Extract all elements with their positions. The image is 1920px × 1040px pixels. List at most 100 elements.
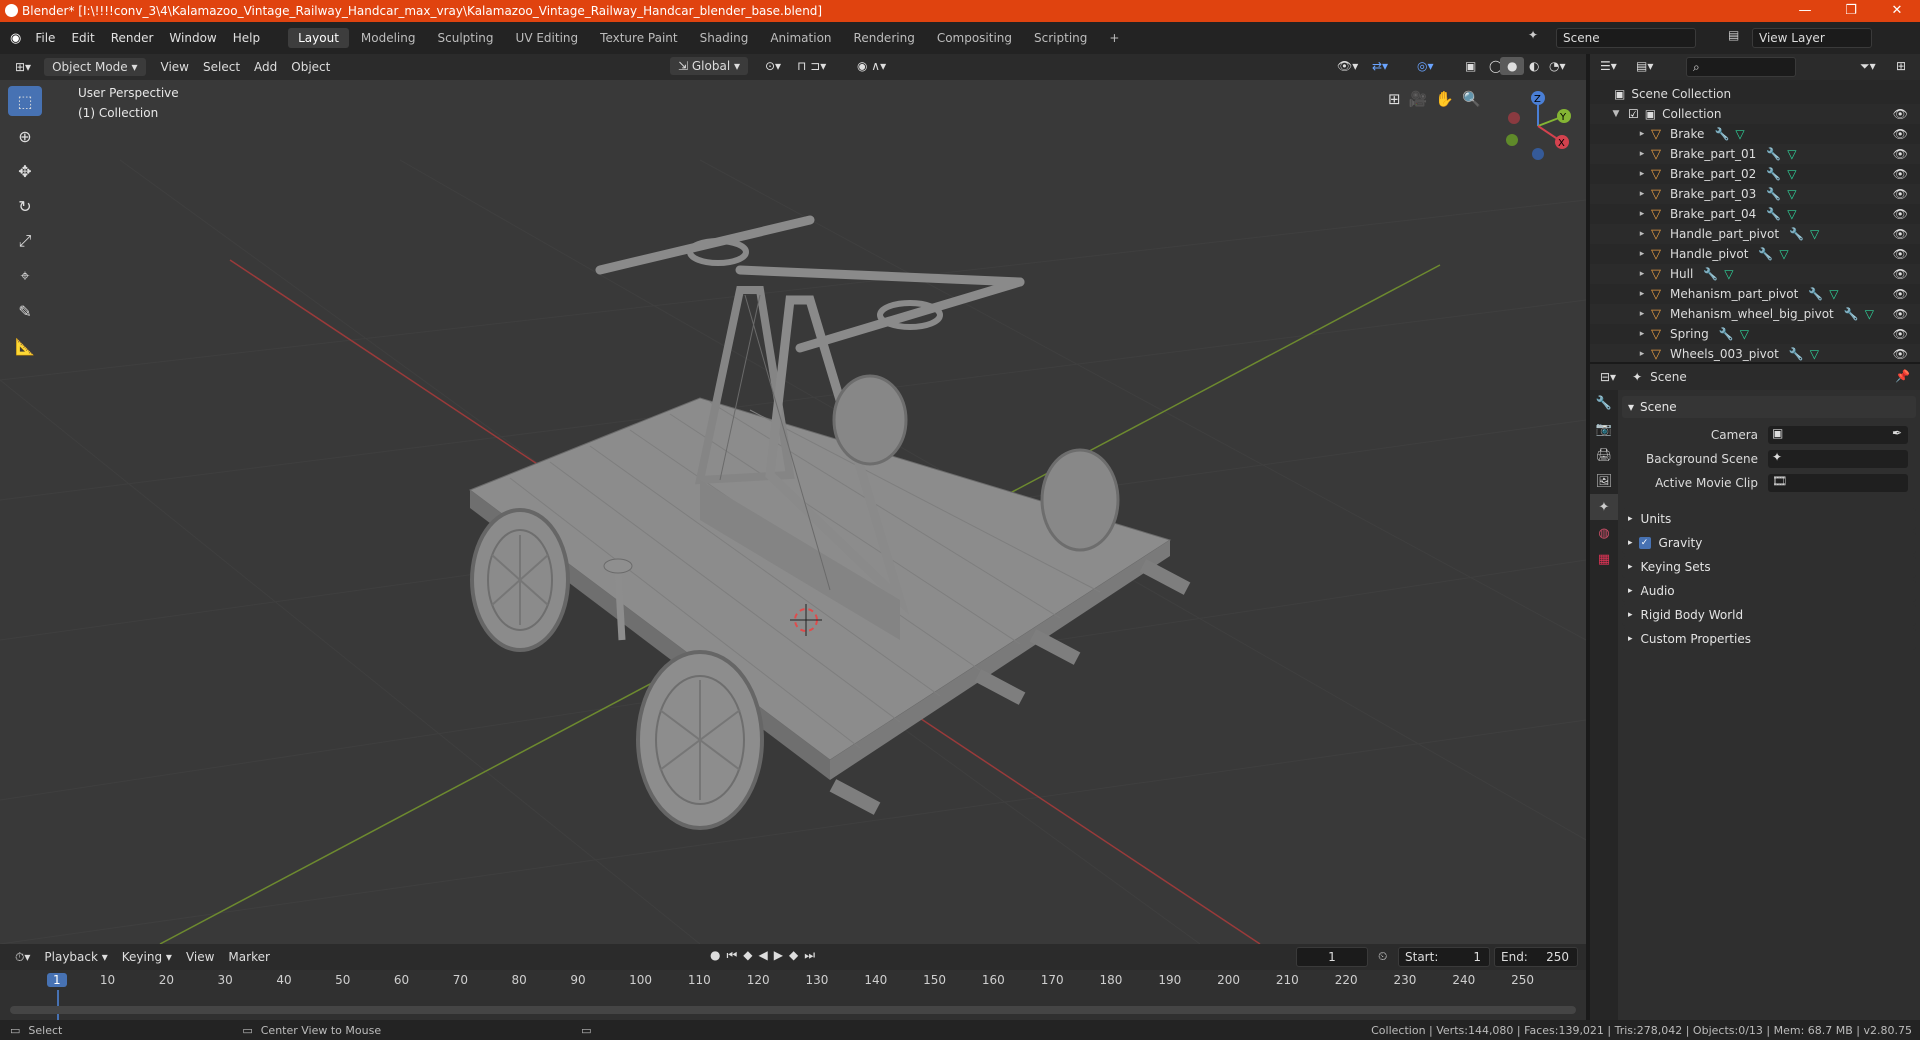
modifier-wrench-icon[interactable]: 🔧 bbox=[1808, 287, 1823, 301]
modifier-wrench-icon[interactable]: 🔧 bbox=[1758, 247, 1773, 261]
collapse-triangle-icon[interactable]: ▸ bbox=[1636, 129, 1648, 139]
proportional-edit-icon[interactable]: ◉ ∧▾ bbox=[850, 57, 893, 75]
outliner-object[interactable]: ▸ ▽ Brake_part_04 🔧 ▽ 👁 bbox=[1590, 204, 1920, 224]
timeline-editor-type-icon[interactable]: ⏱▾ bbox=[8, 948, 37, 967]
pin-icon[interactable]: 📌 bbox=[1895, 369, 1910, 383]
menu-add[interactable]: Add bbox=[247, 58, 284, 76]
play-reverse-icon[interactable]: ◀ bbox=[759, 948, 768, 963]
cursor-tool[interactable]: ⊕ bbox=[8, 121, 42, 151]
properties-editor-type-icon[interactable]: ⊟▾ bbox=[1600, 370, 1616, 384]
tab-compositing[interactable]: Compositing bbox=[927, 28, 1022, 48]
mesh-data-icon[interactable]: ▽ bbox=[1787, 167, 1796, 181]
section-units[interactable]: ▸ Units bbox=[1622, 508, 1916, 530]
modifier-wrench-icon[interactable]: 🔧 bbox=[1719, 327, 1734, 341]
mesh-data-icon[interactable]: ▽ bbox=[1740, 327, 1749, 341]
background-scene-field[interactable]: ✦ bbox=[1768, 450, 1908, 468]
modifier-wrench-icon[interactable]: 🔧 bbox=[1844, 307, 1859, 321]
eye-icon[interactable]: 👁 bbox=[1893, 227, 1908, 241]
mesh-data-icon[interactable]: ▽ bbox=[1779, 247, 1788, 261]
texture-tab[interactable]: ▦ bbox=[1590, 546, 1618, 572]
move-tool[interactable]: ✥ bbox=[8, 156, 42, 186]
collapse-triangle-icon[interactable]: ▸ bbox=[1636, 209, 1648, 219]
eye-icon[interactable]: 👁 bbox=[1893, 267, 1908, 281]
collection-checkbox-icon[interactable]: ☑ bbox=[1628, 107, 1639, 121]
close-button[interactable]: ✕ bbox=[1874, 0, 1920, 22]
eye-icon[interactable]: 👁 bbox=[1893, 107, 1908, 121]
menu-view[interactable]: View bbox=[154, 58, 196, 76]
tab-scripting[interactable]: Scripting bbox=[1024, 28, 1097, 48]
eye-icon[interactable]: 👁 bbox=[1893, 307, 1908, 321]
collapse-triangle-icon[interactable]: ▸ bbox=[1636, 349, 1648, 359]
view-layer-selector[interactable]: View Layer bbox=[1752, 28, 1872, 48]
3d-viewport[interactable]: User Perspective (1) Collection ⊞ 🎥 ✋ 🔍 … bbox=[0, 80, 1586, 944]
modifier-wrench-icon[interactable]: 🔧 bbox=[1766, 187, 1781, 201]
expand-triangle-icon[interactable]: ▼ bbox=[1610, 109, 1622, 119]
collapse-triangle-icon[interactable]: ▸ bbox=[1636, 289, 1648, 299]
outliner-object[interactable]: ▸ ▽ Mehanism_part_pivot 🔧 ▽ 👁 bbox=[1590, 284, 1920, 304]
mesh-data-icon[interactable]: ▽ bbox=[1787, 207, 1796, 221]
timeline-menu-playback[interactable]: Playback ▾ bbox=[37, 948, 114, 966]
tab-shading[interactable]: Shading bbox=[690, 28, 759, 48]
jump-end-icon[interactable]: ⏭ bbox=[804, 948, 815, 963]
transform-tool[interactable]: ⌖ bbox=[8, 261, 42, 291]
modifier-wrench-icon[interactable]: 🔧 bbox=[1789, 227, 1804, 241]
mesh-data-icon[interactable]: ▽ bbox=[1810, 227, 1819, 241]
menu-render[interactable]: Render bbox=[103, 31, 162, 45]
collapse-triangle-icon[interactable]: ▸ bbox=[1636, 329, 1648, 339]
timeline-scrollbar[interactable] bbox=[10, 1006, 1576, 1014]
pan-view-icon[interactable]: ✋ bbox=[1435, 90, 1454, 108]
eye-icon[interactable]: 👁 bbox=[1893, 247, 1908, 261]
modifier-wrench-icon[interactable]: 🔧 bbox=[1714, 127, 1729, 141]
timeline-menu-view[interactable]: View bbox=[179, 948, 221, 966]
measure-tool[interactable]: 📐 bbox=[8, 331, 42, 361]
render-tab[interactable]: 📷 bbox=[1590, 416, 1618, 442]
collapse-triangle-icon[interactable]: ▸ bbox=[1636, 189, 1648, 199]
outliner-object[interactable]: ▸ ▽ Hull 🔧 ▽ 👁 bbox=[1590, 264, 1920, 284]
section-rigid-body-world[interactable]: ▸ Rigid Body World bbox=[1622, 604, 1916, 626]
camera-view-icon[interactable]: 🎥 bbox=[1409, 90, 1428, 108]
visibility-icon[interactable]: 👁▾ bbox=[1330, 57, 1365, 75]
menu-window[interactable]: Window bbox=[161, 31, 224, 45]
blender-menu-icon[interactable]: ◉ bbox=[10, 31, 21, 46]
jump-start-icon[interactable]: ⏮ bbox=[726, 948, 737, 963]
mesh-data-icon[interactable]: ▽ bbox=[1787, 187, 1796, 201]
tab-modeling[interactable]: Modeling bbox=[351, 28, 426, 48]
eye-icon[interactable]: 👁 bbox=[1893, 207, 1908, 221]
mesh-data-icon[interactable]: ▽ bbox=[1829, 287, 1838, 301]
maximize-button[interactable]: ❐ bbox=[1828, 0, 1874, 22]
output-tab[interactable]: 🖨 bbox=[1590, 442, 1618, 468]
outliner-scene-collection[interactable]: ▣ Scene Collection bbox=[1590, 84, 1920, 104]
menu-object[interactable]: Object bbox=[284, 58, 337, 76]
mesh-data-icon[interactable]: ▽ bbox=[1735, 127, 1744, 141]
outliner-object[interactable]: ▸ ▽ Handle_part_pivot 🔧 ▽ 👁 bbox=[1590, 224, 1920, 244]
editor-type-icon[interactable]: ⊞▾ bbox=[8, 58, 38, 76]
outliner-object[interactable]: ▸ ▽ Mehanism_wheel_big_pivot 🔧 ▽ 👁 bbox=[1590, 304, 1920, 324]
section-gravity[interactable]: ▸ ✓ Gravity bbox=[1622, 532, 1916, 554]
modifier-wrench-icon[interactable]: 🔧 bbox=[1766, 147, 1781, 161]
tab-sculpting[interactable]: Sculpting bbox=[428, 28, 504, 48]
outliner-search-input[interactable]: ⌕ bbox=[1686, 57, 1796, 77]
eye-icon[interactable]: 👁 bbox=[1893, 347, 1908, 361]
menu-file[interactable]: File bbox=[27, 31, 63, 45]
tab-texture-paint[interactable]: Texture Paint bbox=[590, 28, 687, 48]
end-frame-field[interactable]: End: 250 bbox=[1494, 947, 1578, 967]
eye-icon[interactable]: 👁 bbox=[1893, 187, 1908, 201]
tool-tab[interactable]: 🔧 bbox=[1590, 390, 1618, 416]
mesh-data-icon[interactable]: ▽ bbox=[1810, 347, 1819, 361]
timeline-menu-keying[interactable]: Keying ▾ bbox=[115, 948, 179, 966]
timeline-area[interactable]: 1 10 20 30 40 50 60 70 80 90 100 110 120 130 140 150 160… bbox=[0, 970, 1586, 1020]
select-box-tool[interactable]: ⬚ bbox=[8, 86, 42, 116]
record-icon[interactable]: ● bbox=[710, 948, 720, 963]
zoom-view-icon[interactable]: 🔍 bbox=[1462, 90, 1481, 108]
outliner-collection[interactable]: ▼ ☑ ▣ Collection 👁 bbox=[1590, 104, 1920, 124]
solid-shading-icon[interactable]: ● bbox=[1500, 57, 1525, 75]
modifier-wrench-icon[interactable]: 🔧 bbox=[1789, 347, 1804, 361]
annotate-tool[interactable]: ✎ bbox=[8, 296, 42, 326]
filter-icon[interactable]: ⏷▾ bbox=[1860, 59, 1876, 74]
scene-tab[interactable]: ✦ bbox=[1590, 494, 1618, 520]
playhead[interactable] bbox=[57, 990, 59, 1020]
rotate-tool[interactable]: ↻ bbox=[8, 191, 42, 221]
scene-panel-header[interactable]: ▾ Scene bbox=[1622, 396, 1916, 418]
minimize-button[interactable]: — bbox=[1782, 0, 1828, 22]
tab-animation[interactable]: Animation bbox=[760, 28, 841, 48]
